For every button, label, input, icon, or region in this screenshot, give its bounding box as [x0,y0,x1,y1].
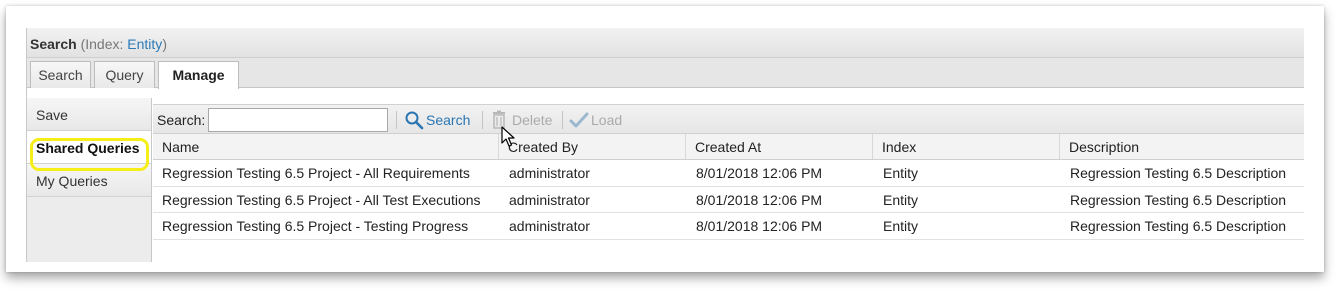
tab-bar: Search Query Manage [27,58,1304,89]
column-header-index[interactable]: Index [873,134,1060,159]
sidebar-item-shared-queries[interactable]: Shared Queries [27,131,151,164]
cell-description: Regression Testing 6.5 Description [1070,165,1287,181]
cell-created-by: administrator [509,165,590,181]
cell-index: Entity [883,191,919,208]
search-panel: Search (Index: Entity) Search Query Mana… [26,28,1304,262]
screenshot-frame: Search (Index: Entity) Search Query Mana… [6,6,1324,272]
toolbar-divider [562,111,563,129]
title-index-link[interactable]: Entity [127,36,162,52]
load-button[interactable]: Load [569,109,629,131]
delete-button-label: Delete [512,112,553,128]
tab-manage[interactable]: Manage [158,61,239,89]
table-row[interactable]: Regression Testing 6.5 Project - All Tes… [153,187,1304,213]
column-header-description[interactable]: Description [1060,134,1304,159]
checkmark-icon [569,112,589,128]
search-field-label: Search: [157,112,206,128]
cell-created-by: administrator [509,191,590,208]
column-header-created-by[interactable]: Created By [499,134,686,159]
delete-button[interactable]: Delete [490,109,556,131]
column-header-name[interactable]: Name [153,134,499,159]
cell-created-at: 8/01/2018 12:06 PM [696,218,823,234]
grid-body: Regression Testing 6.5 Project - All Req… [153,160,1304,240]
search-button-label: Search [426,112,471,128]
panel-title: Search (Index: Entity) [27,28,1304,58]
cell-created-by: administrator [509,218,590,234]
cell-name: Regression Testing 6.5 Project - All Tes… [162,191,481,208]
title-paren-open: (Index: [80,36,128,52]
tab-query[interactable]: Query [94,61,155,88]
search-input[interactable] [208,108,388,132]
title-paren-close: ) [162,36,167,52]
title-main: Search [30,36,77,52]
grid-header: Name Created By Created At Index Descrip… [153,134,1304,160]
cell-name: Regression Testing 6.5 Project - Testing… [162,218,469,234]
cell-created-at: 8/01/2018 12:06 PM [696,165,823,181]
tab-search[interactable]: Search [30,61,91,88]
cell-index: Entity [883,165,919,181]
sidebar-item-save[interactable]: Save [27,98,151,131]
toolbar-divider [396,111,397,129]
table-row[interactable]: Regression Testing 6.5 Project - Testing… [153,213,1304,240]
cell-description: Regression Testing 6.5 Description [1070,218,1287,234]
column-header-created-at[interactable]: Created At [686,134,873,159]
load-button-label: Load [591,112,623,128]
search-button[interactable]: Search [403,109,475,131]
manage-sidebar: Save Shared Queries My Queries [27,98,152,262]
cell-description: Regression Testing 6.5 Description [1070,191,1287,208]
table-row[interactable]: Regression Testing 6.5 Project - All Req… [153,160,1304,187]
cell-name: Regression Testing 6.5 Project - All Req… [162,165,470,181]
toolbar: Search: Search Delete Load [153,104,1304,134]
cell-created-at: 8/01/2018 12:06 PM [696,191,823,208]
mouse-cursor-icon [501,126,515,147]
magnifier-icon [405,111,424,130]
cell-index: Entity [883,218,919,234]
toolbar-divider [482,111,483,129]
sidebar-item-my-queries[interactable]: My Queries [27,164,151,197]
